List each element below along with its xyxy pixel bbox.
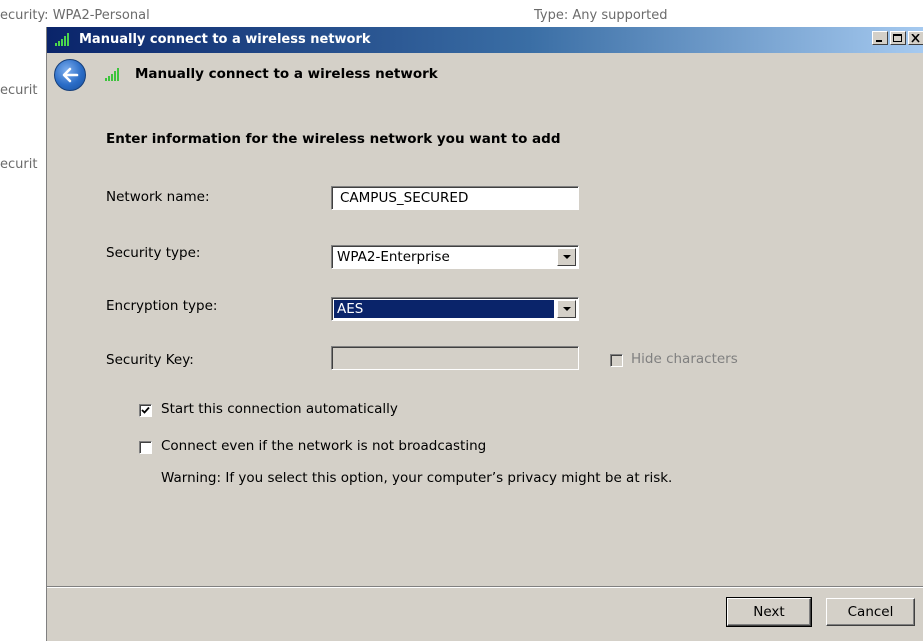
security-key-input[interactable] — [331, 346, 579, 370]
footer-divider — [47, 586, 923, 588]
back-arrow-icon[interactable] — [54, 59, 86, 91]
background-security-text: ecurity: WPA2-Personal — [0, 8, 150, 23]
background-fragment: ecurit — [0, 157, 38, 172]
security-type-select[interactable]: WPA2-Enterprise — [331, 245, 579, 269]
privacy-warning-text: Warning: If you select this option, your… — [161, 470, 673, 486]
connect-not-broadcasting-label: Connect even if the network is not broad… — [161, 438, 487, 454]
title-bar[interactable]: Manually connect to a wireless network — [47, 27, 923, 53]
encryption-type-value: AES — [334, 300, 554, 318]
close-icon[interactable] — [908, 31, 923, 45]
manual-connect-dialog: Manually connect to a wireless network M… — [46, 27, 923, 641]
encryption-type-label: Encryption type: — [106, 298, 218, 314]
wireless-signal-icon — [55, 32, 75, 50]
wizard-header: Manually connect to a wireless network — [47, 53, 923, 99]
next-button[interactable]: Next — [726, 597, 812, 627]
hide-characters-label: Hide characters — [631, 351, 738, 367]
start-automatically-checkbox[interactable] — [139, 404, 152, 417]
network-name-input[interactable]: CAMPUS_SECURED — [331, 186, 579, 210]
security-type-label: Security type: — [106, 245, 201, 261]
encryption-type-select[interactable]: AES — [331, 297, 579, 321]
minimize-icon[interactable] — [872, 31, 888, 45]
network-name-label: Network name: — [106, 189, 210, 205]
maximize-icon[interactable] — [890, 31, 906, 45]
connect-not-broadcasting-checkbox[interactable] — [139, 441, 152, 454]
page-title: Manually connect to a wireless network — [135, 66, 438, 82]
security-type-value: WPA2-Enterprise — [337, 249, 450, 265]
section-title: Enter information for the wireless netwo… — [106, 131, 561, 147]
wireless-signal-icon — [105, 67, 125, 85]
chevron-down-icon[interactable] — [557, 300, 576, 318]
start-automatically-label: Start this connection automatically — [161, 401, 398, 417]
background-fragment: ecurit — [0, 83, 38, 98]
cancel-button[interactable]: Cancel — [826, 598, 915, 626]
hide-characters-checkbox[interactable] — [610, 354, 623, 367]
chevron-down-icon[interactable] — [557, 248, 576, 266]
security-key-label: Security Key: — [106, 352, 194, 368]
background-type-text: Type: Any supported — [534, 8, 668, 23]
window-title: Manually connect to a wireless network — [79, 32, 371, 47]
